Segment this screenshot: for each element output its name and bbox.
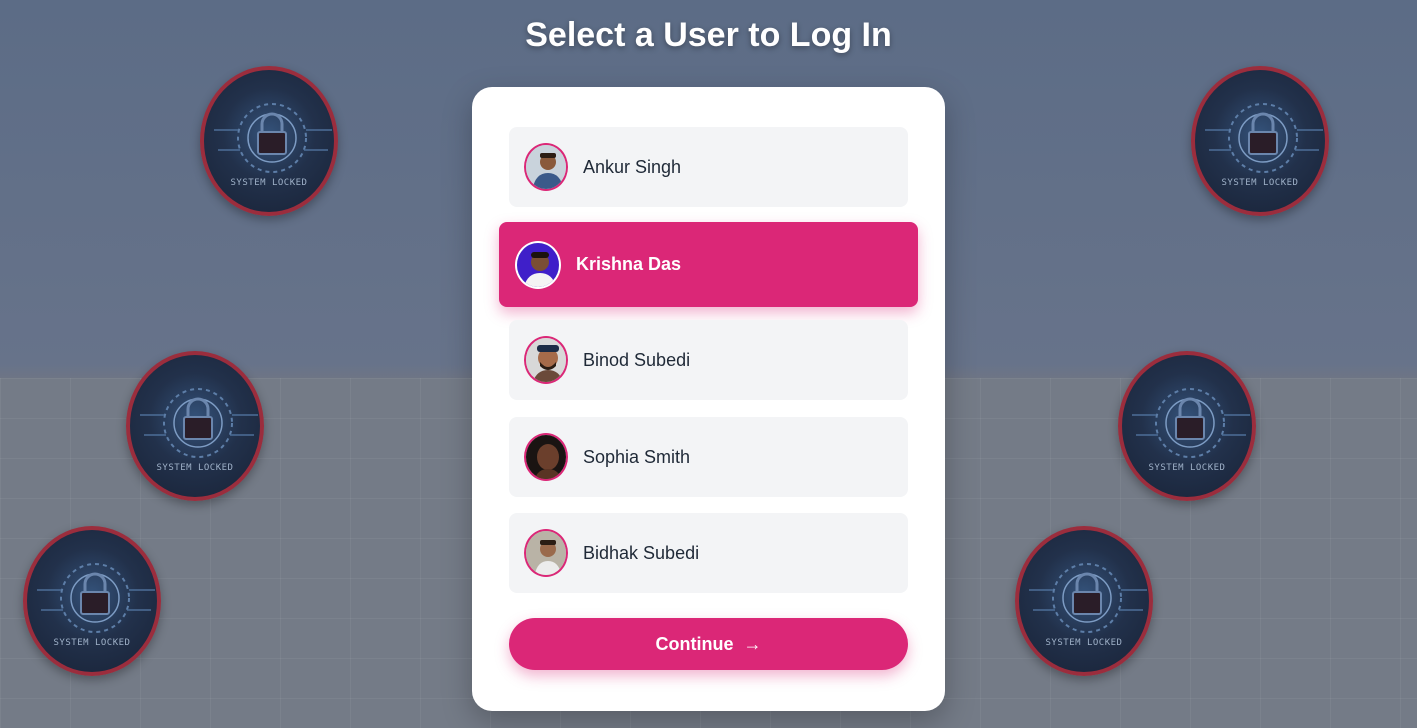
- system-locked-badge: SYSTEM LOCKED: [200, 66, 338, 216]
- system-locked-badge: SYSTEM LOCKED: [1118, 351, 1256, 501]
- user-avatar: [515, 240, 561, 289]
- system-locked-badge: SYSTEM LOCKED: [1015, 526, 1153, 676]
- lock-icon: [214, 103, 332, 173]
- lock-icon: [1132, 388, 1250, 458]
- lock-icon: [1205, 103, 1323, 173]
- arrow-right-icon: →: [743, 633, 762, 654]
- user-option-binod-subedi[interactable]: Binod Subedi: [509, 320, 908, 400]
- user-name: Sophia Smith: [583, 446, 691, 467]
- user-avatar: [524, 143, 568, 191]
- user-name: Ankur Singh: [583, 156, 682, 177]
- system-locked-caption: SYSTEM LOCKED: [230, 178, 308, 188]
- system-locked-caption: SYSTEM LOCKED: [1045, 638, 1123, 648]
- system-locked-caption: SYSTEM LOCKED: [156, 463, 234, 473]
- user-select-card: Ankur Singh Krishna Das Binod Subedi Sop…: [472, 87, 945, 711]
- user-option-krishna-das[interactable]: Krishna Das: [499, 222, 918, 307]
- user-name: Bidhak Subedi: [583, 542, 700, 563]
- user-avatar: [524, 529, 568, 577]
- user-avatar: [524, 336, 568, 384]
- system-locked-caption: SYSTEM LOCKED: [1148, 463, 1226, 473]
- user-option-sophia-smith[interactable]: Sophia Smith: [509, 417, 908, 497]
- user-option-ankur-singh[interactable]: Ankur Singh: [509, 127, 908, 207]
- page-title: Select a User to Log In: [525, 16, 892, 54]
- continue-button[interactable]: Continue →: [509, 618, 908, 670]
- system-locked-badge: SYSTEM LOCKED: [126, 351, 264, 501]
- continue-label: Continue: [655, 633, 734, 654]
- lock-icon: [140, 388, 258, 458]
- user-avatar: [524, 433, 568, 481]
- user-name: Krishna Das: [576, 254, 682, 274]
- system-locked-badge: SYSTEM LOCKED: [1191, 66, 1329, 216]
- lock-icon: [1029, 563, 1147, 633]
- system-locked-badge: SYSTEM LOCKED: [23, 526, 161, 676]
- system-locked-caption: SYSTEM LOCKED: [1221, 178, 1299, 188]
- user-option-bidhak-subedi[interactable]: Bidhak Subedi: [509, 513, 908, 593]
- lock-icon: [37, 563, 155, 633]
- user-name: Binod Subedi: [583, 349, 691, 370]
- system-locked-caption: SYSTEM LOCKED: [53, 638, 131, 648]
